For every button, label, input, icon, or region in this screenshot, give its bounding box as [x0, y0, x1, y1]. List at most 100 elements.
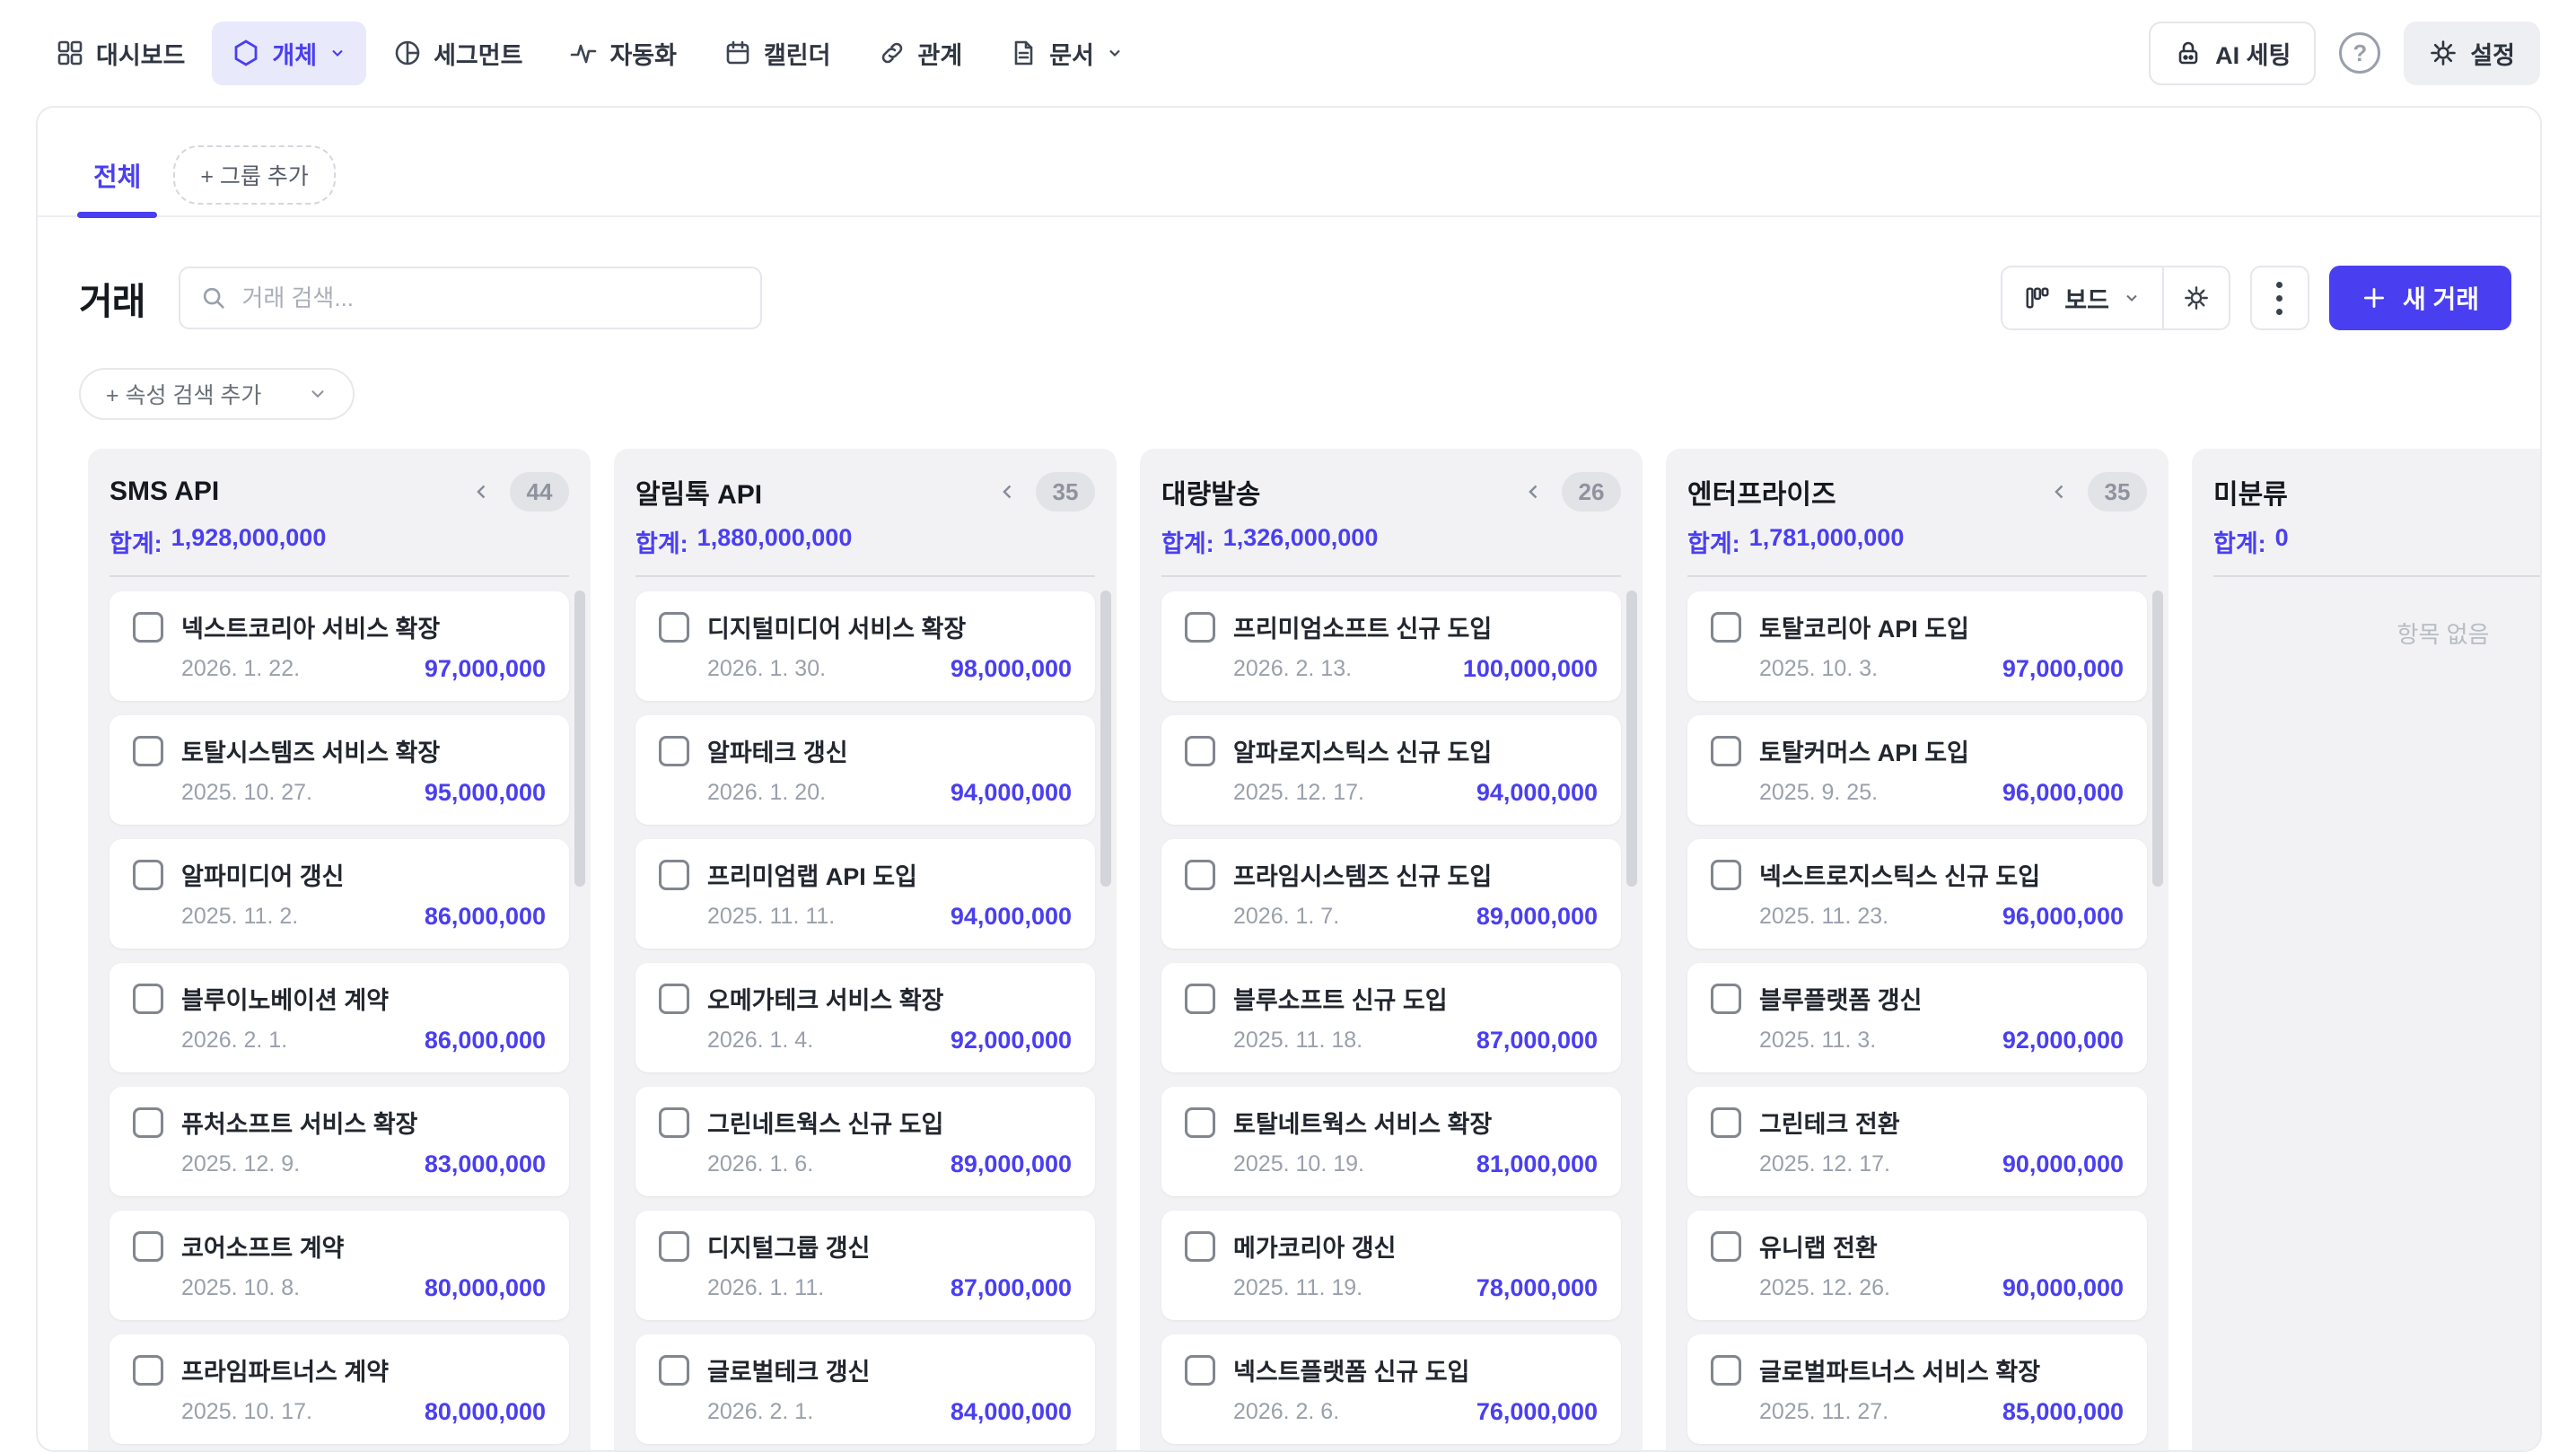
card-checkbox[interactable]	[133, 612, 163, 643]
nav-item-dashboard[interactable]: 대시보드	[36, 22, 205, 85]
card-checkbox[interactable]	[1185, 612, 1215, 643]
deal-card[interactable]: 퓨처소프트 서비스 확장2025. 12. 9.83,000,000	[110, 1087, 569, 1196]
search-input[interactable]	[241, 284, 740, 312]
deal-amount: 96,000,000	[2002, 779, 2124, 807]
nav-item-calendar[interactable]: 캘린더	[704, 22, 851, 85]
card-checkbox[interactable]	[1711, 1355, 1741, 1386]
nav-item-automation[interactable]: 자동화	[549, 22, 697, 85]
deal-amount: 94,000,000	[951, 903, 1072, 931]
add-group-button[interactable]: + 그룹 추가	[173, 145, 336, 205]
deal-card[interactable]: 유니랩 전환2025. 12. 26.90,000,000	[1687, 1211, 2147, 1320]
card-checkbox[interactable]	[133, 860, 163, 890]
card-checkbox[interactable]	[659, 1355, 689, 1386]
card-checkbox[interactable]	[133, 1107, 163, 1138]
collapse-chevron-icon[interactable]	[2048, 480, 2072, 503]
card-checkbox[interactable]	[1711, 1231, 1741, 1262]
deal-date: 2025. 11. 2.	[181, 904, 298, 930]
deal-card[interactable]: 블루이노베이션 계약2026. 2. 1.86,000,000	[110, 963, 569, 1072]
card-checkbox[interactable]	[1711, 984, 1741, 1014]
deal-card[interactable]: 디지털그룹 갱신2026. 1. 11.87,000,000	[635, 1211, 1095, 1320]
deal-title: 토탈네트웍스 서비스 확장	[1233, 1105, 1492, 1140]
deal-card[interactable]: 오메가테크 서비스 확장2026. 1. 4.92,000,000	[635, 963, 1095, 1072]
card-checkbox[interactable]	[1185, 1231, 1215, 1262]
deal-card[interactable]: 글로벌파트너스 서비스 확장2025. 11. 27.85,000,000	[1687, 1334, 2147, 1444]
column-scrollbar[interactable]	[1626, 590, 1637, 887]
nav-item-relations[interactable]: 관계	[858, 22, 983, 85]
deal-card[interactable]: 블루플랫폼 갱신2025. 11. 3.92,000,000	[1687, 963, 2147, 1072]
collapse-chevron-icon[interactable]	[470, 480, 494, 503]
card-checkbox[interactable]	[133, 984, 163, 1014]
column-name: 엔터프라이즈	[1687, 472, 1836, 512]
column-total: 합계: 0	[2213, 524, 2542, 559]
ai-setting-button[interactable]: AI 세팅	[2149, 22, 2316, 85]
deal-amount: 83,000,000	[425, 1150, 546, 1178]
card-checkbox[interactable]	[1711, 1107, 1741, 1138]
card-checkbox[interactable]	[1185, 860, 1215, 890]
deal-card[interactable]: 프라임시스템즈 신규 도입2026. 1. 7.89,000,000	[1161, 839, 1621, 949]
card-checkbox[interactable]	[659, 1107, 689, 1138]
column-scrollbar[interactable]	[1100, 590, 1111, 887]
card-checkbox[interactable]	[133, 736, 163, 766]
settings-button[interactable]: 설정	[2404, 22, 2540, 85]
deal-card[interactable]: 블루소프트 신규 도입2025. 11. 18.87,000,000	[1161, 963, 1621, 1072]
deal-card[interactable]: 토탈시스템즈 서비스 확장2025. 10. 27.95,000,000	[110, 715, 569, 825]
card-checkbox[interactable]	[1185, 736, 1215, 766]
card-checkbox[interactable]	[133, 1355, 163, 1386]
deal-card[interactable]: 그린테크 전환2025. 12. 17.90,000,000	[1687, 1087, 2147, 1196]
card-checkbox[interactable]	[1711, 736, 1741, 766]
deal-card[interactable]: 알파미디어 갱신2025. 11. 2.86,000,000	[110, 839, 569, 949]
deal-card[interactable]: 그린네트웍스 신규 도입2026. 1. 6.89,000,000	[635, 1087, 1095, 1196]
nav-item-documents[interactable]: 문서	[989, 22, 1143, 85]
column-scrollbar[interactable]	[2152, 590, 2163, 887]
total-value: 1,781,000,000	[1749, 524, 1905, 559]
deal-card[interactable]: 알파로지스틱스 신규 도입2025. 12. 17.94,000,000	[1161, 715, 1621, 825]
deal-amount: 86,000,000	[425, 903, 546, 931]
card-checkbox[interactable]	[1185, 1355, 1215, 1386]
deal-card[interactable]: 디지털미디어 서비스 확장2026. 1. 30.98,000,000	[635, 591, 1095, 701]
collapse-chevron-icon[interactable]	[996, 480, 1020, 503]
board-view-dropdown[interactable]: 보드	[2002, 267, 2162, 328]
deal-card[interactable]: 넥스트로지스틱스 신규 도입2025. 11. 23.96,000,000	[1687, 839, 2147, 949]
deal-card[interactable]: 알파테크 갱신2026. 1. 20.94,000,000	[635, 715, 1095, 825]
deal-card[interactable]: 넥스트코리아 서비스 확장2026. 1. 22.97,000,000	[110, 591, 569, 701]
tab-all[interactable]: 전체	[88, 156, 146, 215]
nav-item-segments[interactable]: 세그먼트	[373, 22, 542, 85]
card-checkbox[interactable]	[133, 1231, 163, 1262]
help-icon[interactable]: ?	[2339, 32, 2380, 74]
deal-card[interactable]: 글로벌테크 갱신2026. 2. 1.84,000,000	[635, 1334, 1095, 1444]
card-checkbox[interactable]	[659, 984, 689, 1014]
deal-card[interactable]: 코어소프트 계약2025. 10. 8.80,000,000	[110, 1211, 569, 1320]
deal-title: 코어소프트 계약	[181, 1229, 344, 1264]
card-checkbox[interactable]	[1711, 612, 1741, 643]
card-checkbox[interactable]	[1711, 860, 1741, 890]
activity-icon	[569, 39, 598, 67]
card-checkbox[interactable]	[659, 860, 689, 890]
deal-card[interactable]: 프리미엄랩 API 도입2025. 11. 11.94,000,000	[635, 839, 1095, 949]
collapse-chevron-icon[interactable]	[1522, 480, 1546, 503]
more-options-button[interactable]	[2250, 266, 2309, 330]
card-checkbox[interactable]	[659, 612, 689, 643]
new-deal-button[interactable]: 새 거래	[2329, 266, 2511, 330]
deal-card[interactable]: 넥스트플랫폼 신규 도입2026. 2. 6.76,000,000	[1161, 1334, 1621, 1444]
deal-amount: 80,000,000	[425, 1398, 546, 1426]
card-checkbox[interactable]	[1185, 1107, 1215, 1138]
deal-card[interactable]: 프리미엄소프트 신규 도입2026. 2. 13.100,000,000	[1161, 591, 1621, 701]
deal-card[interactable]: 토탈커머스 API 도입2025. 9. 25.96,000,000	[1687, 715, 2147, 825]
card-checkbox[interactable]	[659, 1231, 689, 1262]
card-checkbox[interactable]	[659, 736, 689, 766]
deal-card[interactable]: 토탈코리아 API 도입2025. 10. 3.97,000,000	[1687, 591, 2147, 701]
deal-date: 2025. 12. 17.	[1233, 780, 1364, 806]
deal-card[interactable]: 메가코리아 갱신2025. 11. 19.78,000,000	[1161, 1211, 1621, 1320]
deal-title: 알파로지스틱스 신규 도입	[1233, 733, 1492, 768]
deal-card[interactable]: 프라임파트너스 계약2025. 10. 17.80,000,000	[110, 1334, 569, 1444]
add-property-filter-button[interactable]: + 속성 검색 추가	[79, 368, 355, 420]
deal-card[interactable]: 토탈네트웍스 서비스 확장2025. 10. 19.81,000,000	[1161, 1087, 1621, 1196]
card-checkbox[interactable]	[1185, 984, 1215, 1014]
calendar-icon	[723, 39, 752, 67]
column-header: 대량발송 26	[1161, 472, 1621, 512]
deal-title: 오메가테크 서비스 확장	[707, 981, 943, 1016]
nav-item-objects[interactable]: 개체	[212, 22, 366, 85]
view-settings-button[interactable]	[2164, 267, 2229, 328]
column-header: SMS API 44	[110, 472, 569, 512]
column-scrollbar[interactable]	[574, 590, 585, 887]
